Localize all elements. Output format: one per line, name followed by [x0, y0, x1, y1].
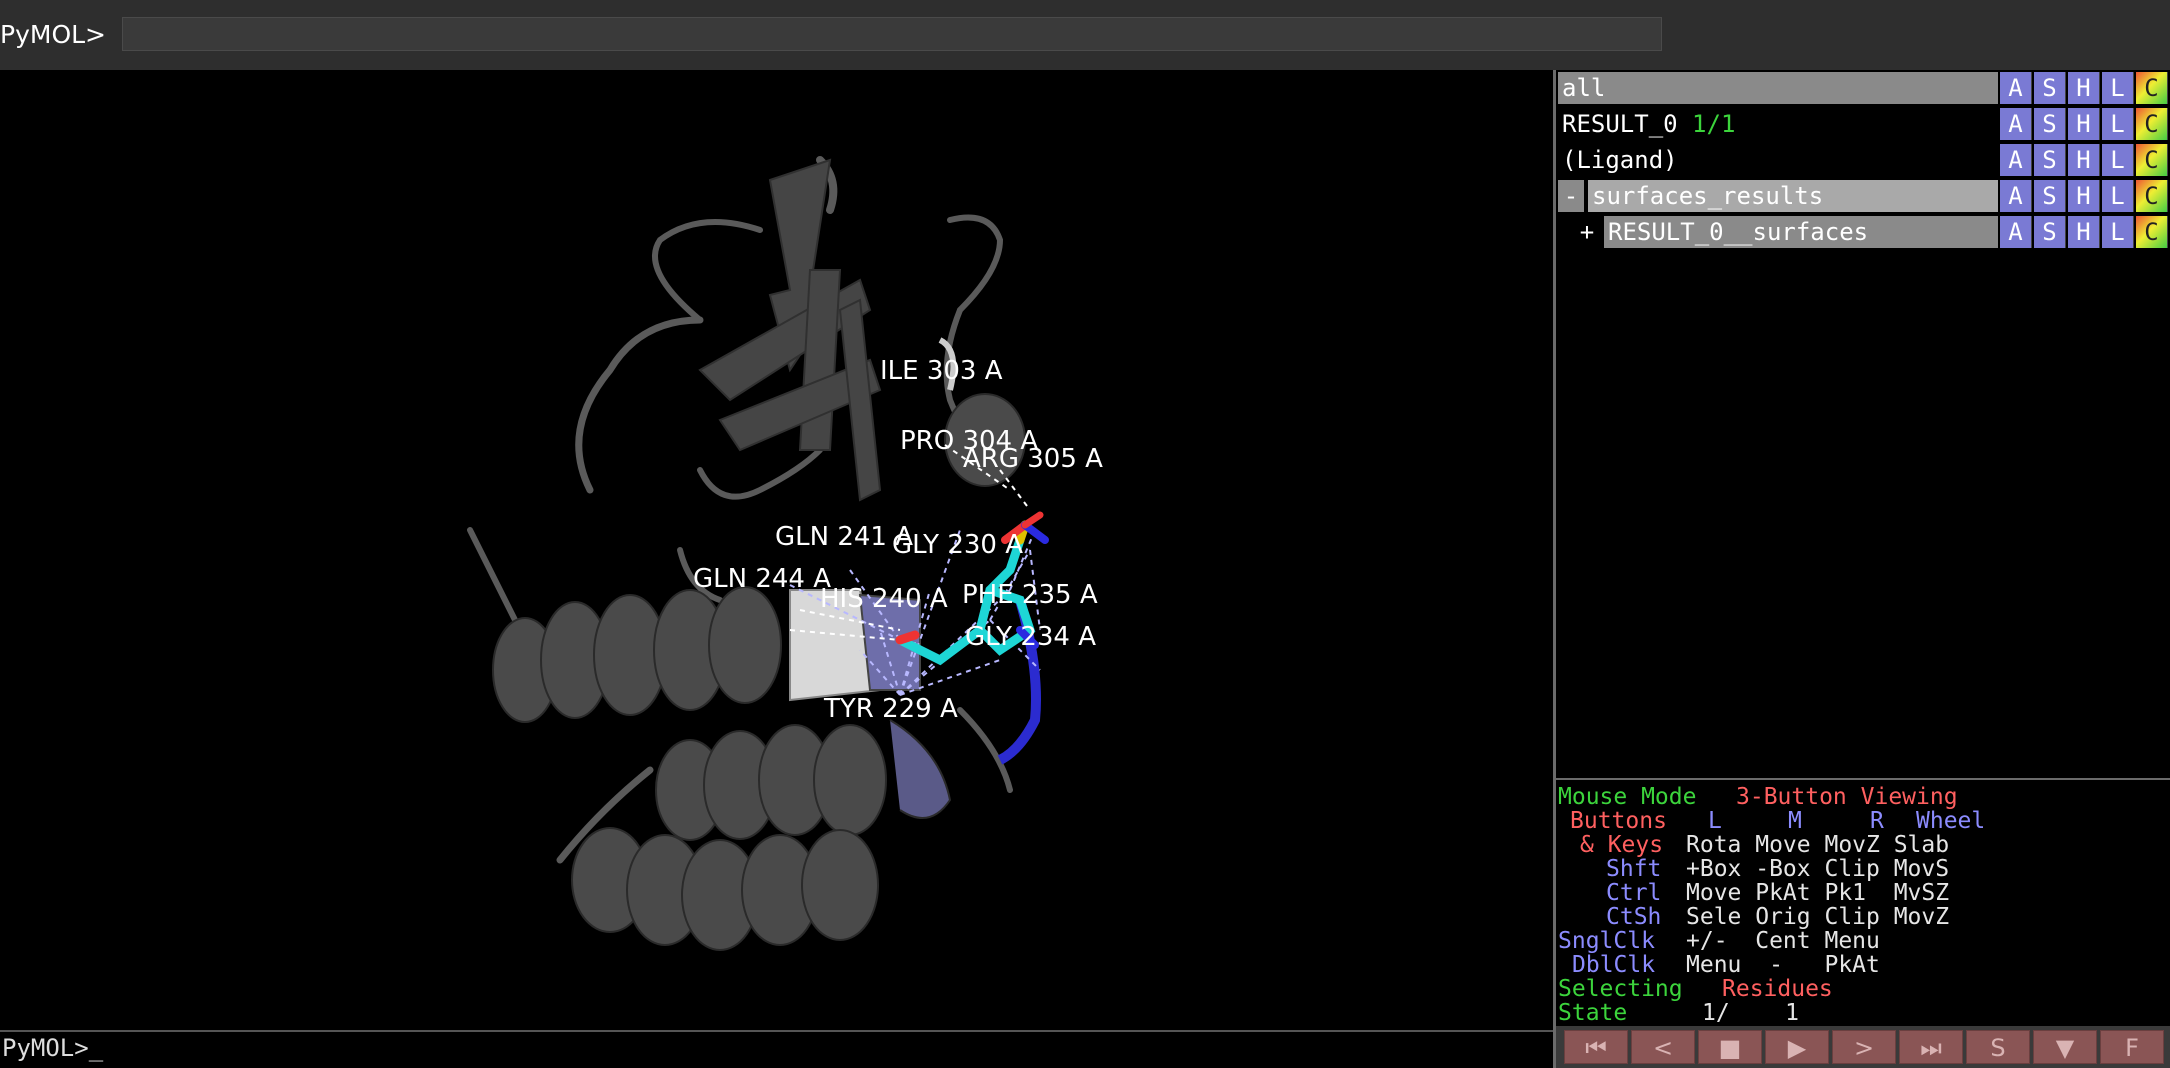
- step-forward-button[interactable]: >: [1832, 1030, 1896, 1064]
- color-button[interactable]: C: [2136, 144, 2168, 176]
- color-button[interactable]: C: [2136, 72, 2168, 104]
- label-button[interactable]: L: [2102, 180, 2134, 212]
- action-button[interactable]: A: [2000, 144, 2032, 176]
- top-prompt-label: PyMOL>: [0, 20, 106, 49]
- column-wheel: Wheel: [1916, 808, 1986, 834]
- state-label: State: [1558, 1000, 1628, 1026]
- label-gln-244: GLN 244 A: [693, 564, 832, 594]
- state-value: 1/ 1: [1702, 1000, 1799, 1026]
- column-m: M: [1788, 808, 1802, 834]
- ctrl-values: Move PkAt Pk1 MvSZ: [1686, 880, 1950, 906]
- selecting-value[interactable]: Residues: [1722, 976, 1833, 1002]
- collapse-toggle[interactable]: -: [1558, 180, 1584, 212]
- object-name-cell[interactable]: RESULT_0 1/1: [1558, 108, 1998, 140]
- hide-button[interactable]: H: [2068, 180, 2100, 212]
- step-back-button[interactable]: <: [1631, 1030, 1695, 1064]
- label-gly-230: GLY 230 A: [892, 530, 1024, 560]
- label-gly-234: GLY 234 A: [965, 622, 1097, 652]
- mouse-mode-label: Mouse Mode: [1558, 784, 1697, 810]
- object-name[interactable]: all: [1558, 72, 1998, 104]
- top-command-input[interactable]: [122, 17, 1662, 51]
- label-phe-235: PHE 235 A: [962, 580, 1098, 610]
- selecting-label: Selecting: [1558, 976, 1683, 1002]
- single-click-values: +/- Cent Menu: [1686, 928, 1880, 954]
- action-button[interactable]: A: [2000, 216, 2032, 248]
- action-button[interactable]: A: [2000, 180, 2032, 212]
- single-click-label: SnglClk: [1558, 928, 1655, 954]
- mouse-mode-value[interactable]: 3-Button Viewing: [1736, 784, 1958, 810]
- bottom-prompt[interactable]: PyMOL>_: [2, 1034, 103, 1062]
- shft-label: Shft: [1606, 856, 1662, 882]
- hide-button[interactable]: H: [2068, 108, 2100, 140]
- label-ile-303: ILE 303 A: [880, 356, 1003, 386]
- show-button[interactable]: S: [2034, 216, 2066, 248]
- object-name[interactable]: RESULT_0__surfaces: [1604, 216, 1998, 248]
- object-state: 1/1: [1692, 110, 1736, 138]
- shft-values: +Box -Box Clip MovS: [1686, 856, 1950, 882]
- color-button[interactable]: C: [2136, 108, 2168, 140]
- play-button[interactable]: ▶: [1765, 1030, 1829, 1064]
- end-button[interactable]: ⏭: [1899, 1030, 1963, 1064]
- object-name: RESULT_0: [1562, 110, 1678, 138]
- keys-values: Rota Move MovZ Slab: [1686, 832, 1950, 858]
- hide-button[interactable]: H: [2068, 216, 2100, 248]
- label-button[interactable]: L: [2102, 108, 2134, 140]
- double-click-values: Menu - PkAt: [1686, 952, 1880, 978]
- playback-bar: ⏮ < ■ ▶ > ⏭ S ▼ F: [1556, 1026, 2170, 1068]
- show-button[interactable]: S: [2034, 72, 2066, 104]
- double-click-label: DblClk: [1572, 952, 1656, 978]
- color-button[interactable]: C: [2136, 180, 2168, 212]
- action-button[interactable]: A: [2000, 108, 2032, 140]
- object-name[interactable]: surfaces_results: [1588, 180, 1998, 212]
- dropdown-button[interactable]: ▼: [2033, 1030, 2097, 1064]
- object-row-surfaces-results[interactable]: - surfaces_results A S H L C: [1556, 180, 2170, 212]
- object-row-all[interactable]: all A S H L C: [1556, 72, 2170, 104]
- object-row-result-0[interactable]: RESULT_0 1/1 A S H L C: [1556, 108, 2170, 140]
- label-button[interactable]: L: [2102, 72, 2134, 104]
- object-row-ligand[interactable]: (Ligand) A S H L C: [1556, 144, 2170, 176]
- action-button[interactable]: A: [2000, 72, 2032, 104]
- fullscreen-button[interactable]: F: [2100, 1030, 2164, 1064]
- show-button[interactable]: S: [2034, 180, 2066, 212]
- ctrl-label: Ctrl: [1606, 880, 1662, 906]
- ctsh-values: Sele Orig Clip MovZ: [1686, 904, 1950, 930]
- label-button[interactable]: L: [2102, 144, 2134, 176]
- stop-button[interactable]: ■: [1698, 1030, 1762, 1064]
- object-row-result-0-surfaces[interactable]: + RESULT_0__surfaces A S H L C: [1556, 216, 2170, 248]
- column-r: R: [1870, 808, 1884, 834]
- label-tyr-229: TYR 229 A: [824, 694, 958, 724]
- keys-label: & Keys: [1580, 832, 1664, 858]
- buttons-label: Buttons: [1570, 808, 1667, 834]
- ctsh-label: CtSh: [1606, 904, 1662, 930]
- label-his-240: HIS 240 A: [820, 584, 948, 614]
- show-button[interactable]: S: [2034, 108, 2066, 140]
- color-button[interactable]: C: [2136, 216, 2168, 248]
- hide-button[interactable]: H: [2068, 144, 2100, 176]
- hide-button[interactable]: H: [2068, 72, 2100, 104]
- molecular-viewport[interactable]: ILE 303 A PRO 304 A ARG 305 A GLN 241 A …: [0, 70, 1553, 1030]
- label-button[interactable]: L: [2102, 216, 2134, 248]
- expand-toggle[interactable]: +: [1574, 216, 1600, 248]
- column-l: L: [1708, 808, 1722, 834]
- show-button[interactable]: S: [2034, 144, 2066, 176]
- rewind-button[interactable]: ⏮: [1564, 1030, 1628, 1064]
- object-name[interactable]: (Ligand): [1558, 144, 1998, 176]
- label-arg-305: ARG 305 A: [963, 444, 1103, 474]
- scene-button[interactable]: S: [1966, 1030, 2030, 1064]
- bottom-command-bar[interactable]: [0, 1030, 1553, 1068]
